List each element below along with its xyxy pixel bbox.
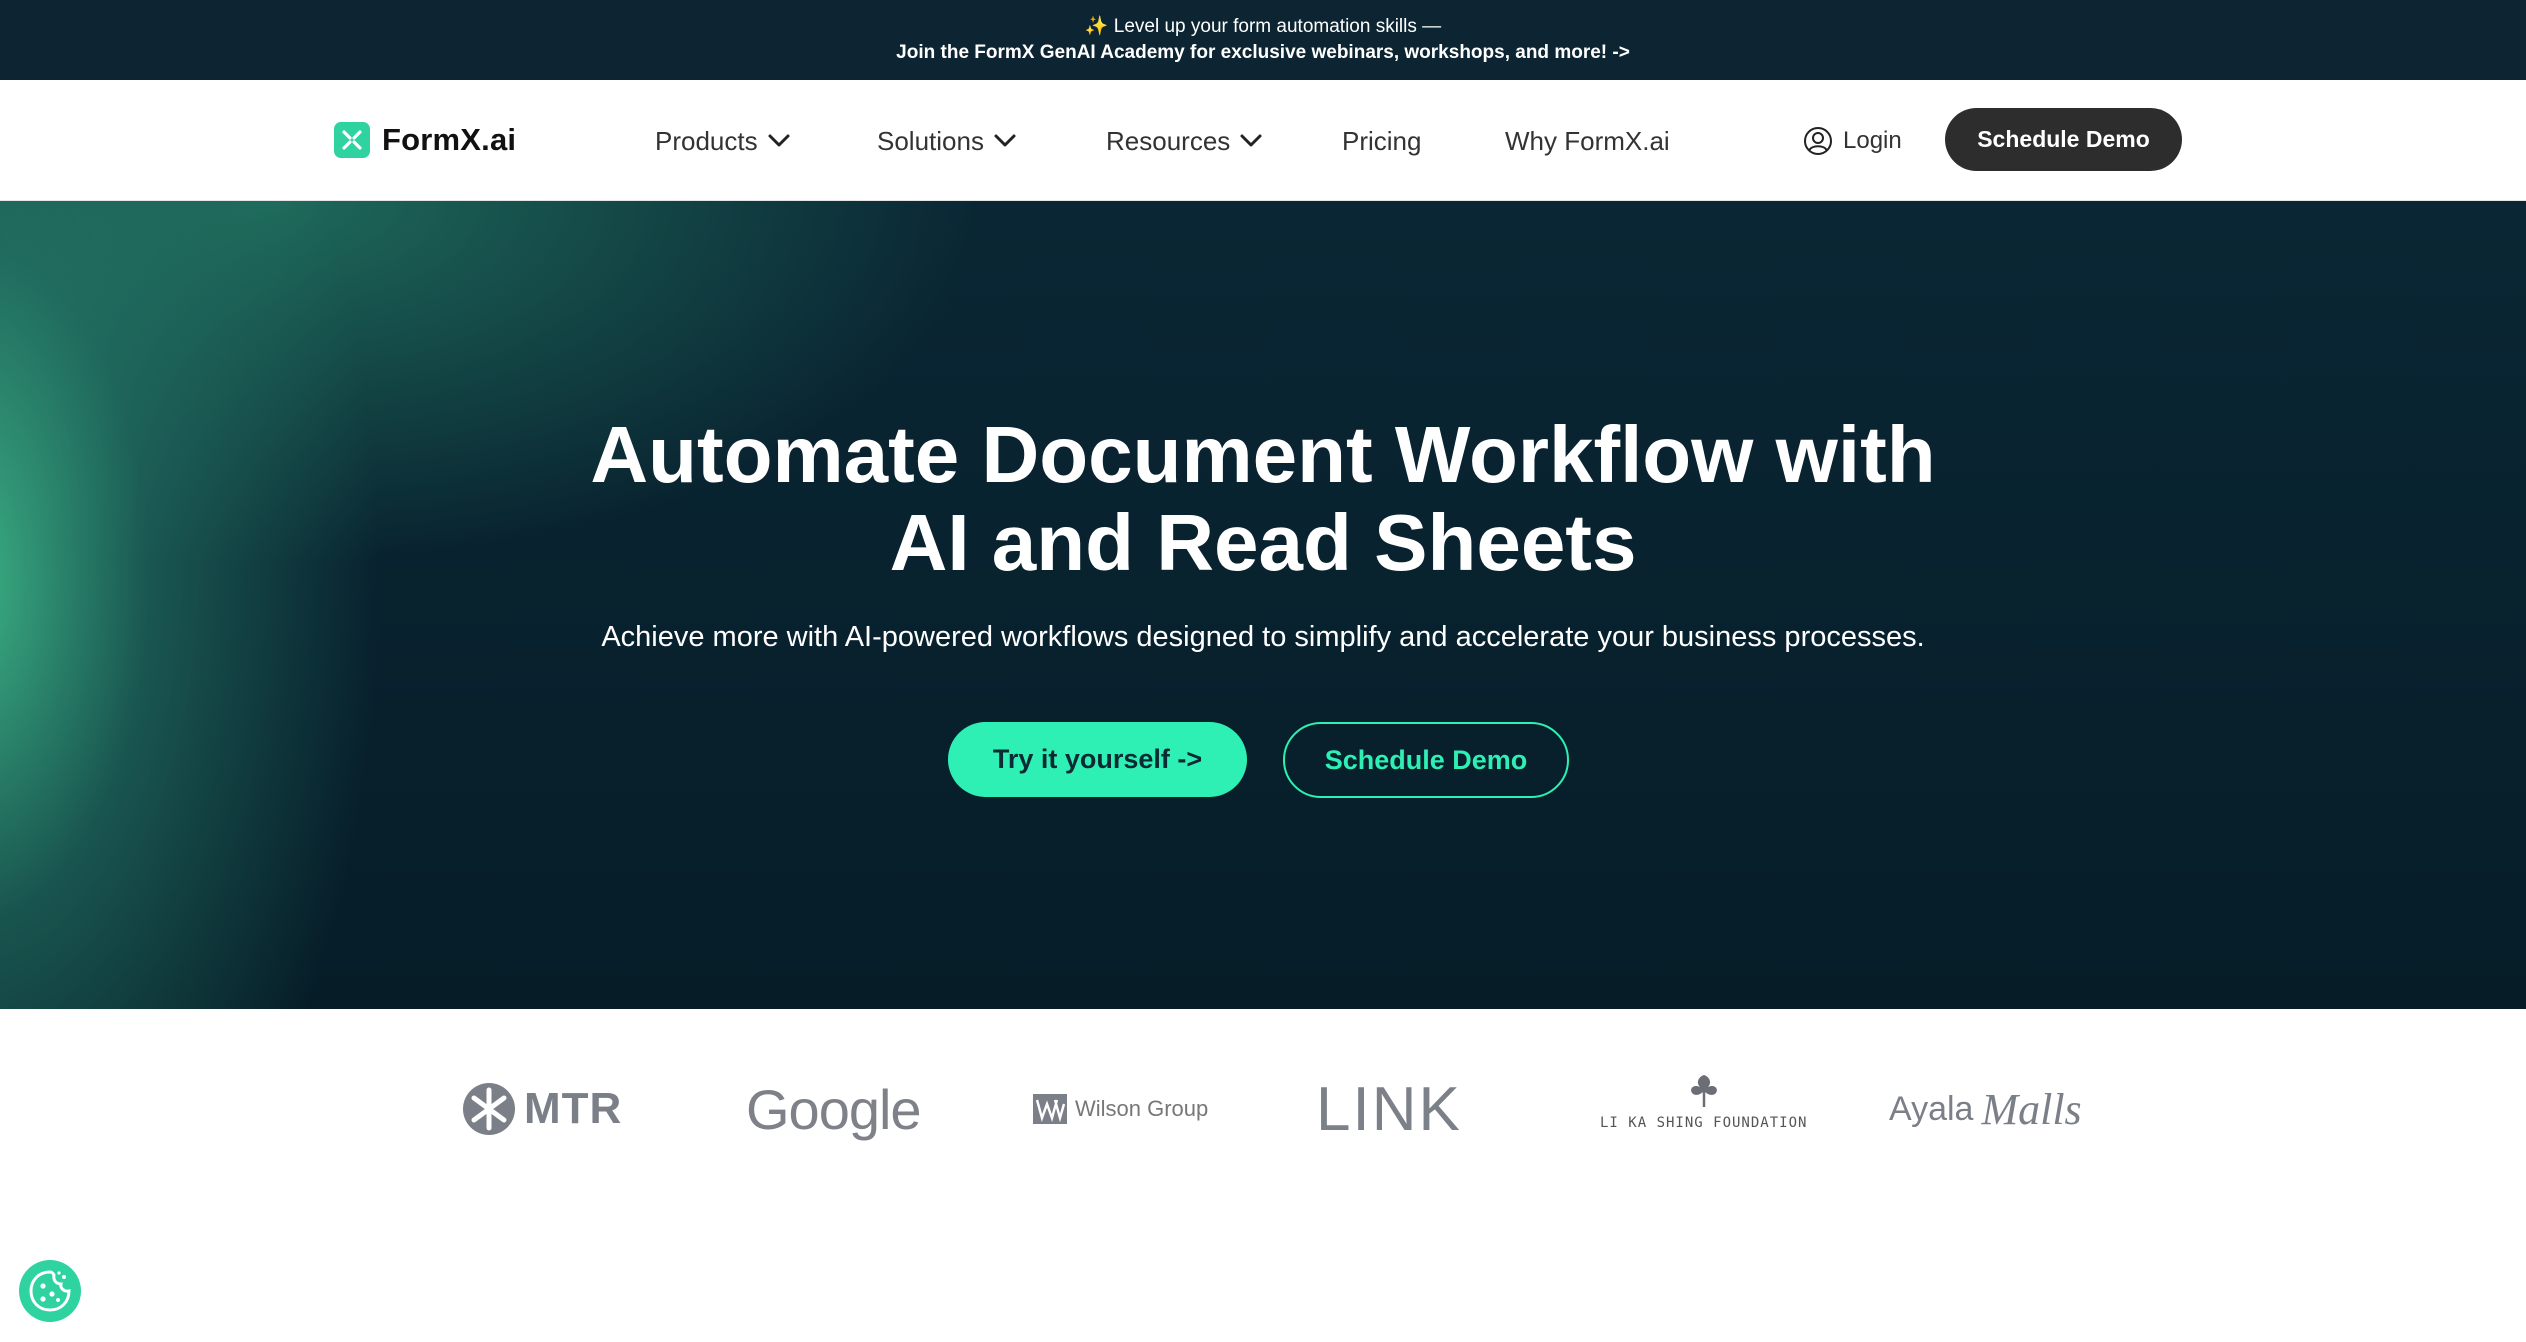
nav-item-products[interactable]: Products <box>655 122 792 160</box>
google-logo: Google <box>746 1069 922 1149</box>
chevron-down-icon <box>768 134 790 147</box>
nav-item-label: Products <box>655 125 758 156</box>
announcement-link[interactable]: Join the FormX GenAI Academy for exclusi… <box>896 40 1630 66</box>
hero-title-line-2: AI and Read Sheets <box>889 498 1637 587</box>
chevron-down-icon <box>1240 134 1262 147</box>
login-link[interactable]: Login <box>1803 122 1902 160</box>
nav-item-label: Resources <box>1106 125 1231 156</box>
formx-logo-icon <box>334 122 370 158</box>
cookie-settings-button[interactable] <box>19 1260 81 1322</box>
chevron-down-icon <box>994 134 1016 147</box>
try-it-yourself-button[interactable]: Try it yourself -> <box>948 722 1247 797</box>
logo-text: FormX.ai <box>382 122 517 157</box>
login-label: Login <box>1843 127 1902 154</box>
hero-section: Automate Document Workflow with AI and R… <box>0 201 2526 1009</box>
ayala-text: Ayala <box>1889 1089 1974 1128</box>
client-logos: MTR Google Wilson Group LINK LI KA SHING… <box>0 1009 2526 1209</box>
li-ka-shing-foundation-logo: LI KA SHING FOUNDATION <box>1600 1069 1807 1149</box>
wilson-group-text: Wilson Group <box>1075 1096 1209 1121</box>
google-logo-text: Google <box>746 1077 922 1141</box>
mtr-logo: MTR <box>462 1069 622 1149</box>
schedule-demo-button[interactable]: Schedule Demo <box>1945 108 2182 171</box>
hero-background <box>0 201 2526 1009</box>
top-navigation: FormX.ai Products Solutions Resources Pr… <box>0 80 2526 201</box>
ayala-malls-logo: Ayala Malls <box>1889 1069 2082 1149</box>
cookie-icon <box>29 1270 71 1312</box>
link-logo: LINK <box>1316 1069 1462 1149</box>
hero-subtitle: Achieve more with AI-powered workflows d… <box>601 621 1925 653</box>
hero-schedule-demo-button[interactable]: Schedule Demo <box>1283 722 1569 798</box>
malls-text: Malls <box>1981 1084 2082 1134</box>
user-icon <box>1804 127 1832 155</box>
flower-icon <box>1690 1075 1717 1107</box>
hero-title-line-1: Automate Document Workflow with <box>590 410 1936 499</box>
nav-item-why-formx[interactable]: Why FormX.ai <box>1505 122 1670 160</box>
nav-item-resources[interactable]: Resources <box>1106 122 1264 160</box>
nav-item-pricing[interactable]: Pricing <box>1342 122 1421 160</box>
mtr-logo-text: MTR <box>524 1084 623 1133</box>
announcement-line-1: ✨ Level up your form automation skills — <box>1084 16 1442 37</box>
wilson-group-icon <box>1033 1094 1067 1124</box>
nav-item-label: Solutions <box>877 125 984 156</box>
nav-item-solutions[interactable]: Solutions <box>877 122 1018 160</box>
nav-item-label: Why FormX.ai <box>1505 125 1670 156</box>
link-logo-text: LINK <box>1316 1074 1462 1144</box>
li-ka-shing-text: LI KA SHING FOUNDATION <box>1600 1115 1808 1131</box>
hero-title: Automate Document Workflow with AI and R… <box>0 411 2526 587</box>
wilson-group-logo: Wilson Group <box>1033 1069 1208 1149</box>
announcement-bar[interactable]: ✨ Level up your form automation skills —… <box>0 0 2526 80</box>
nav-item-label: Pricing <box>1342 125 1422 156</box>
site-logo[interactable]: FormX.ai <box>334 122 516 158</box>
mtr-logo-icon <box>463 1083 515 1135</box>
